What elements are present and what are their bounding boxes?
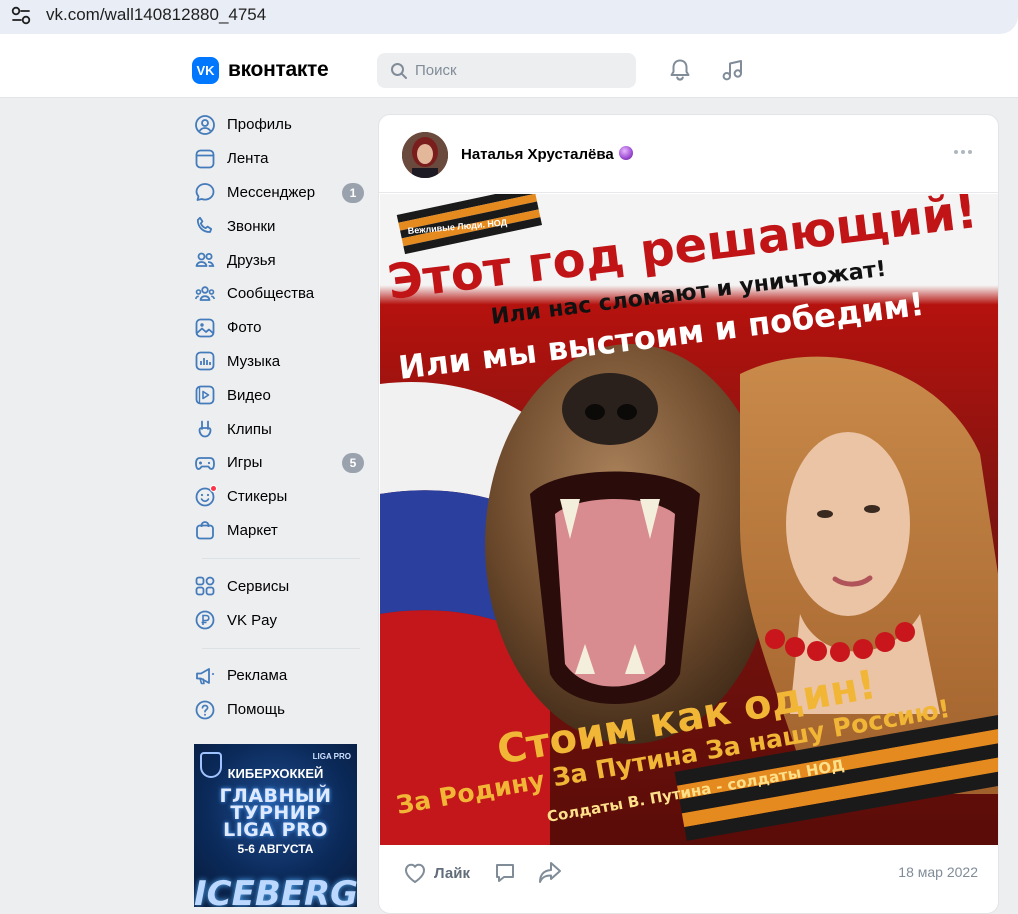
comment-icon — [496, 864, 514, 882]
games-icon — [192, 450, 218, 476]
ad-logo-right: LIGA PRO — [312, 752, 351, 761]
sidebar-item-stickers[interactable]: Стикеры — [192, 480, 368, 514]
like-label: Лайк — [434, 864, 470, 882]
comment-button[interactable] — [493, 861, 517, 885]
sidebar-item-label: Клипы — [227, 420, 272, 438]
market-icon — [192, 517, 218, 543]
sidebar-item-label: Стикеры — [227, 488, 288, 506]
sidebar-item-label: Сервисы — [227, 577, 290, 595]
address-field[interactable]: vk.com/wall140812880_4754 — [0, 0, 1018, 34]
search-icon — [391, 63, 407, 79]
browser-address-bar: vk.com/wall140812880_4754 — [0, 0, 1018, 42]
stickers-icon — [192, 484, 218, 510]
video-icon — [192, 382, 218, 408]
share-button[interactable] — [537, 861, 563, 885]
sidebar-item-label: Игры — [227, 454, 263, 472]
sidebar-item-label: Видео — [227, 386, 271, 404]
ad-headline: ГЛАВНЫЙ ТУРНИР LIGA PRO — [194, 787, 357, 841]
sidebar-item-calls[interactable]: Звонки — [192, 209, 368, 243]
music-icon — [192, 348, 218, 374]
services-icon — [192, 573, 218, 599]
photo-icon — [192, 315, 218, 341]
sidebar-item-ads[interactable]: Реклама — [192, 659, 368, 693]
sidebar-item-vkpay[interactable]: VK Pay — [192, 603, 368, 637]
vk-header: VK вконтакте — [0, 42, 1018, 98]
search-input[interactable] — [415, 53, 625, 88]
vk-logo-text[interactable]: вконтакте — [228, 58, 329, 82]
avatar[interactable] — [402, 132, 448, 178]
sidebar-item-communities[interactable]: Сообщества — [192, 277, 368, 311]
communities-icon — [192, 281, 218, 307]
left-sidebar: Профиль Лента Мессенджер 1 Звонки Друзья… — [192, 108, 368, 727]
sidebar-item-label: Лента — [227, 150, 269, 168]
sidebar-item-clips[interactable]: Клипы — [192, 412, 368, 446]
sidebar-item-market[interactable]: Маркет — [192, 514, 368, 548]
post-photo[interactable]: Вежливые Люди. НОД Этот год решающий! Ил… — [380, 194, 998, 845]
sidebar-divider — [202, 558, 360, 560]
notification-dot — [210, 484, 217, 492]
sidebar-item-label: Звонки — [227, 217, 276, 235]
sidebar-item-label: Музыка — [227, 352, 281, 370]
sidebar-item-label: Реклама — [227, 667, 288, 685]
sidebar-item-label: VK Pay — [227, 611, 278, 629]
vkpay-icon — [192, 607, 218, 633]
sidebar-item-music[interactable]: Музыка — [192, 345, 368, 379]
sidebar-item-label: Мессенджер — [227, 183, 316, 201]
sidebar-item-label: Профиль — [227, 116, 292, 134]
sidebar-ad-banner[interactable]: LIGA PRO КИБЕРХОККЕЙ ГЛАВНЫЙ ТУРНИР LIGA… — [194, 744, 357, 907]
post-author[interactable]: Наталья Хрусталёва — [461, 146, 633, 163]
sidebar-item-label: Маркет — [227, 521, 278, 539]
help-icon — [192, 697, 218, 723]
clips-icon — [192, 416, 218, 442]
sidebar-item-messenger[interactable]: Мессенджер 1 — [192, 176, 368, 210]
post-actions: Лайк 18 мар 2022 — [379, 845, 998, 900]
author-name[interactable]: Наталья Хрусталёва — [461, 146, 614, 163]
share-icon — [539, 862, 561, 883]
music-note-icon[interactable] — [719, 56, 747, 84]
sidebar-item-video[interactable]: Видео — [192, 378, 368, 412]
url-text[interactable]: vk.com/wall140812880_4754 — [46, 5, 266, 25]
ad-headline-line: LIGA PRO — [223, 819, 328, 841]
post-date[interactable]: 18 мар 2022 — [898, 864, 978, 880]
sidebar-item-help[interactable]: Помощь — [192, 693, 368, 727]
sidebar-divider — [202, 647, 360, 649]
sidebar-item-photo[interactable]: Фото — [192, 311, 368, 345]
heart-icon — [405, 863, 425, 883]
more-options-icon[interactable] — [952, 147, 974, 157]
post-image-graphic: Вежливые Люди. НОД Этот год решающий! Ил… — [380, 194, 998, 845]
wall-post: Наталья Хрусталёва Вежливые Люди. НОД Эт… — [378, 114, 999, 914]
sidebar-item-friends[interactable]: Друзья — [192, 243, 368, 277]
profile-icon — [192, 112, 218, 138]
sidebar-item-label: Помощь — [227, 701, 285, 719]
site-settings-icon[interactable] — [10, 5, 32, 27]
messenger-icon — [192, 179, 218, 205]
ads-icon — [192, 663, 218, 689]
calls-icon — [192, 213, 218, 239]
crystal-ball-icon — [618, 146, 633, 160]
sidebar-item-label: Фото — [227, 319, 262, 337]
sidebar-item-games[interactable]: Игры 5 — [192, 446, 368, 480]
ad-title: КИБЕРХОККЕЙ — [227, 766, 324, 781]
sidebar-item-label: Друзья — [227, 251, 276, 269]
bell-icon[interactable] — [666, 56, 694, 84]
search-box[interactable] — [377, 53, 636, 88]
games-count-badge: 5 — [342, 452, 364, 473]
feed-icon — [192, 146, 218, 172]
ad-date: 5-6 АВГУСТА — [237, 842, 314, 856]
sidebar-item-label: Сообщества — [227, 285, 315, 303]
unread-count-badge: 1 — [342, 182, 364, 203]
friends-icon — [192, 247, 218, 273]
like-button[interactable]: Лайк — [403, 861, 470, 885]
vk-logo-icon[interactable]: VK — [192, 57, 219, 84]
sidebar-item-services[interactable]: Сервисы — [192, 569, 368, 603]
post-header: Наталья Хрусталёва — [379, 115, 998, 193]
ad-brand: ICEBERG — [194, 874, 357, 907]
sidebar-item-feed[interactable]: Лента — [192, 142, 368, 176]
sidebar-item-profile[interactable]: Профиль — [192, 108, 368, 142]
